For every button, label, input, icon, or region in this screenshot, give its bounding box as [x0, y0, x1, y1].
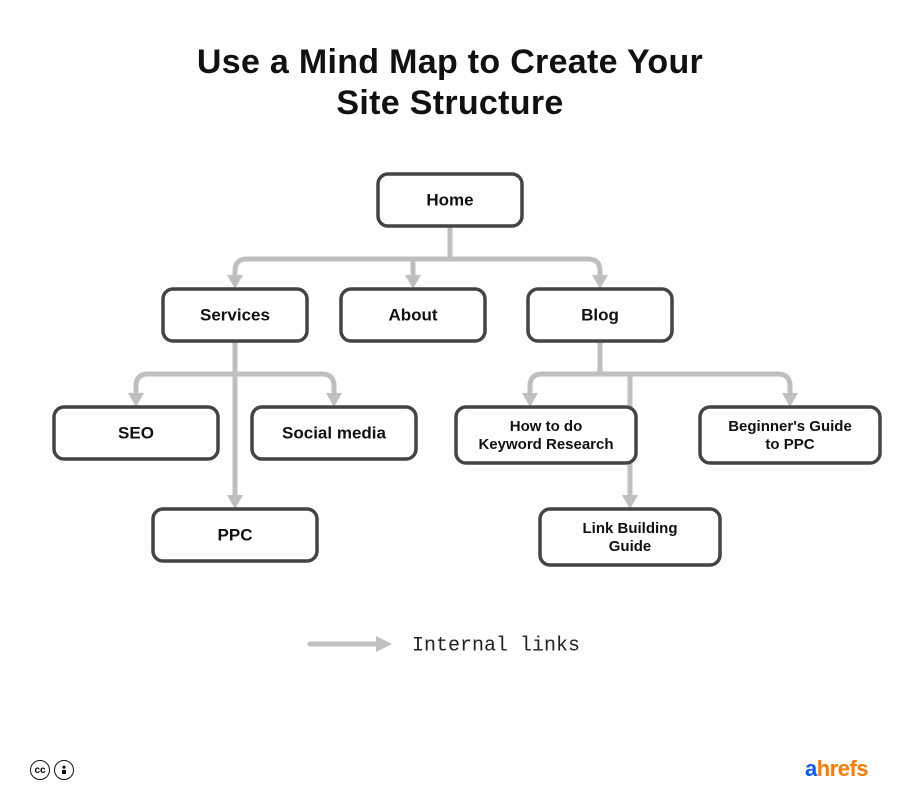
arrow-icon: [227, 275, 243, 289]
brand-rest: hrefs: [817, 756, 868, 781]
node-services-label: Services: [200, 305, 270, 324]
footer: cc ahrefs: [0, 756, 900, 780]
license-icons: cc: [30, 760, 74, 780]
arrow-icon: [592, 275, 608, 289]
brand-a: a: [805, 756, 817, 781]
node-link-label1: Link Building: [583, 520, 678, 537]
arrow-icon: [622, 495, 638, 509]
arrow-icon: [128, 393, 144, 407]
arrow-icon: [522, 393, 538, 407]
arrow-icon: [405, 275, 421, 289]
arrow-icon: [326, 393, 342, 407]
by-icon: [54, 760, 74, 780]
legend-arrow-icon: [376, 636, 392, 652]
arrow-icon: [227, 495, 243, 509]
node-home-label: Home: [426, 190, 473, 209]
node-beginner-label2: to PPC: [765, 436, 814, 453]
node-blog-label: Blog: [581, 305, 619, 324]
node-ppc-label: PPC: [218, 525, 253, 544]
node-beginner-label1: Beginner's Guide: [728, 418, 852, 435]
node-social-label: Social media: [282, 423, 386, 442]
legend-label: Internal links: [412, 634, 580, 657]
node-howto-label2: Keyword Research: [478, 436, 613, 453]
node-seo-label: SEO: [118, 423, 154, 442]
brand-logo: ahrefs: [805, 756, 868, 782]
node-link-label2: Guide: [609, 538, 652, 555]
node-about-label: About: [388, 305, 437, 324]
mindmap-diagram: Home Services About Blog SEO Social medi…: [0, 0, 900, 802]
arrow-icon: [782, 393, 798, 407]
cc-icon: cc: [30, 760, 50, 780]
node-howto-label1: How to do: [510, 418, 582, 435]
